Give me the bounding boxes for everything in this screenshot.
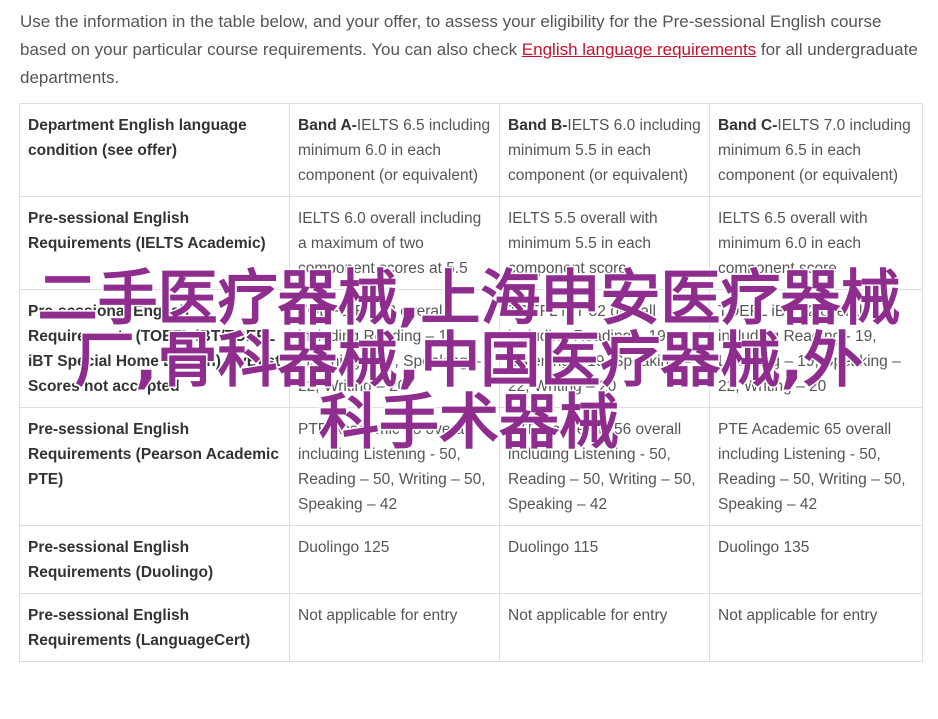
table-cell: IELTS 6.0 overall including a maximum of… [289, 196, 500, 290]
row-label-languagecert: Pre-sessional English Requirements (Lang… [19, 593, 290, 662]
band-b-label: Band B- [508, 117, 568, 134]
table-row: Pre-sessional English Requirements (Duol… [19, 525, 923, 594]
table-row: Pre-sessional English Requirements (TOEF… [19, 289, 923, 408]
row-label-pte: Pre-sessional English Requirements (Pear… [19, 407, 290, 526]
band-b-header-cell: Band B-IELTS 6.0 including minimum 5.5 i… [499, 103, 710, 197]
table-cell: TOEFL iBT 82 overall including Reading –… [289, 289, 500, 408]
table-cell: PTE Academic 65 overall including Listen… [709, 407, 923, 526]
table-row: Pre-sessional English Requirements (Lang… [19, 593, 923, 662]
requirements-table: Department English language condition (s… [19, 103, 923, 662]
band-c-header-cell: Band C-IELTS 7.0 including minimum 6.5 i… [709, 103, 923, 197]
table-cell: Duolingo 125 [289, 525, 500, 594]
table-cell: Duolingo 135 [709, 525, 923, 594]
table-cell: IELTS 6.5 overall with minimum 6.0 in ea… [709, 196, 923, 290]
table-cell: Not applicable for entry [709, 593, 923, 662]
table-cell: PTE Academic 58 overall including Listen… [289, 407, 500, 526]
band-a-header-cell: Band A-IELTS 6.5 including minimum 6.0 i… [289, 103, 500, 197]
table-cell: TOEFL iBT 92 overall including Reading -… [709, 289, 923, 408]
table-row: Pre-sessional English Requirements (IELT… [19, 196, 923, 290]
table-cell: Duolingo 115 [499, 525, 710, 594]
band-c-label: Band C- [718, 117, 778, 134]
table-cell: Not applicable for entry [289, 593, 500, 662]
condition-header-cell: Department English language condition (s… [19, 103, 290, 197]
table-cell: Not applicable for entry [499, 593, 710, 662]
table-cell: TOEFL iBT 82 overall including Reading –… [499, 289, 710, 408]
table-cell: IELTS 5.5 overall with minimum 5.5 in ea… [499, 196, 710, 290]
table-cell: PTE Academic 56 overall including Listen… [499, 407, 710, 526]
intro-paragraph: Use the information in the table below, … [20, 8, 925, 92]
row-label-ielts: Pre-sessional English Requirements (IELT… [19, 196, 290, 290]
english-language-requirements-link[interactable]: English language requirements [522, 40, 756, 59]
table-header-row: Department English language condition (s… [19, 103, 923, 197]
band-a-label: Band A- [298, 117, 357, 134]
row-label-toefl: Pre-sessional English Requirements (TOEF… [19, 289, 290, 408]
table-row: Pre-sessional English Requirements (Pear… [19, 407, 923, 526]
row-label-duolingo: Pre-sessional English Requirements (Duol… [19, 525, 290, 594]
